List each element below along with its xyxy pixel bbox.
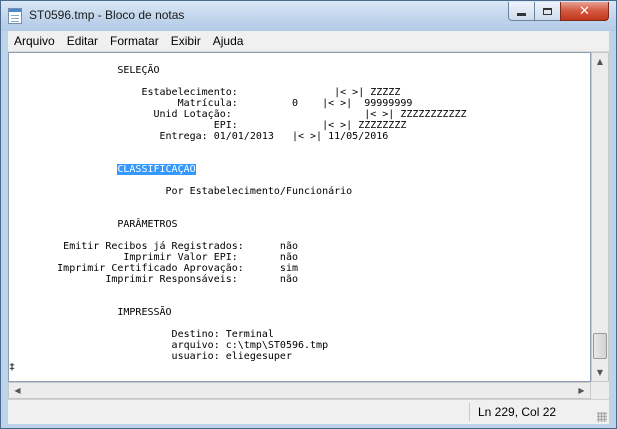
status-divider (469, 403, 470, 421)
line-text: SELEÇÃO (9, 65, 160, 76)
line-text: Imprimir Certificado Aprovação: sim (9, 263, 298, 274)
text-line: PARÂMETROS (9, 219, 178, 230)
line-text: Imprimir Responsáveis: não (9, 274, 298, 285)
text-line: arquivo: c:\tmp\ST0596.tmp (9, 340, 329, 351)
line-text: Emitir Recibos já Registrados: não (9, 241, 298, 252)
maximize-icon (543, 7, 552, 15)
text-line: Imprimir Valor EPI: não (9, 252, 298, 263)
text-line: Matrícula: 0 |< >| 99999999 (9, 98, 413, 109)
menu-arquivo[interactable]: Arquivo (8, 31, 61, 51)
line-text: Estabelecimento: |< >| ZZZZZ (9, 87, 401, 98)
text-line: Destino: Terminal (9, 329, 274, 340)
line-text: Imprimir Valor EPI: não (9, 252, 298, 263)
title-bar[interactable]: ST0596.tmp - Bloco de notas ✕ (1, 1, 616, 31)
scroll-left-arrow-icon[interactable]: ◀ (9, 383, 26, 398)
line-text (9, 164, 117, 175)
maximize-button[interactable] (534, 2, 561, 21)
text-line: EPI: |< >| ZZZZZZZZ (9, 120, 407, 131)
text-line: Imprimir Certificado Aprovação: sim (9, 263, 298, 274)
menu-exibir[interactable]: Exibir (165, 31, 207, 51)
close-button[interactable]: ✕ (560, 2, 609, 21)
minimize-icon (517, 12, 526, 16)
window-title: ST0596.tmp - Bloco de notas (29, 8, 185, 22)
text-line: usuario: eliegesuper (9, 351, 292, 362)
text-line: Entrega: 01/01/2013 |< >| 11/05/2016 (9, 131, 389, 142)
selected-text: CLASSIFICAÇÃO (117, 164, 196, 175)
scroll-right-arrow-icon[interactable]: ▶ (573, 383, 590, 398)
text-editor[interactable]: SELEÇÃO Estabelecimento: |< >| ZZZZZ Mat… (8, 52, 591, 382)
cursor-position: Ln 229, Col 22 (478, 405, 557, 419)
line-text: usuario: eliegesuper (9, 351, 292, 362)
vertical-scrollbar[interactable]: ▲ ▼ (591, 52, 609, 382)
text-line: SELEÇÃO (9, 65, 160, 76)
vertical-scroll-thumb[interactable] (593, 333, 607, 359)
notepad-icon (8, 8, 22, 24)
text-line: Emitir Recibos já Registrados: não (9, 241, 298, 252)
line-text: Entrega: 01/01/2013 |< >| 11/05/2016 (9, 131, 389, 142)
line-text: PARÂMETROS (9, 219, 178, 230)
menu-formatar[interactable]: Formatar (104, 31, 165, 51)
text-line: Estabelecimento: |< >| ZZZZZ (9, 87, 400, 98)
notepad-window: ST0596.tmp - Bloco de notas ✕ Arquivo Ed… (0, 0, 617, 429)
text-line: ‡ (9, 362, 15, 373)
line-text: arquivo: c:\tmp\ST0596.tmp (9, 340, 329, 351)
text-line: Imprimir Responsáveis: não (9, 274, 298, 285)
text-line: Por Estabelecimento/Funcionário (9, 186, 353, 197)
minimize-button[interactable] (508, 2, 535, 21)
scroll-up-arrow-icon[interactable]: ▲ (592, 53, 608, 70)
close-icon: ✕ (579, 3, 590, 19)
scrollbar-corner (591, 382, 609, 399)
line-text: EPI: |< >| ZZZZZZZZ (9, 120, 407, 131)
menu-editar[interactable]: Editar (61, 31, 104, 51)
line-text: IMPRESSÃO (9, 307, 172, 318)
line-text: Unid Lotação: |< >| ZZZZZZZZZZZ (9, 109, 467, 120)
menu-bar: Arquivo Editar Formatar Exibir Ajuda (8, 31, 609, 52)
text-line: IMPRESSÃO (9, 307, 172, 318)
scroll-down-arrow-icon[interactable]: ▼ (592, 364, 608, 381)
line-text: ‡ (9, 362, 16, 373)
menu-ajuda[interactable]: Ajuda (207, 31, 250, 51)
text-line: CLASSIFICAÇÃO (9, 164, 196, 175)
line-text: Destino: Terminal (9, 329, 274, 340)
line-text: Matrícula: 0 |< >| 99999999 (9, 98, 413, 109)
resize-grip-icon[interactable] (597, 412, 607, 422)
horizontal-scrollbar[interactable]: ◀ ▶ (8, 382, 591, 399)
line-text: Por Estabelecimento/Funcionário (9, 186, 353, 197)
status-bar: Ln 229, Col 22 (8, 399, 609, 424)
text-line: Unid Lotação: |< >| ZZZZZZZZZZZ (9, 109, 467, 120)
